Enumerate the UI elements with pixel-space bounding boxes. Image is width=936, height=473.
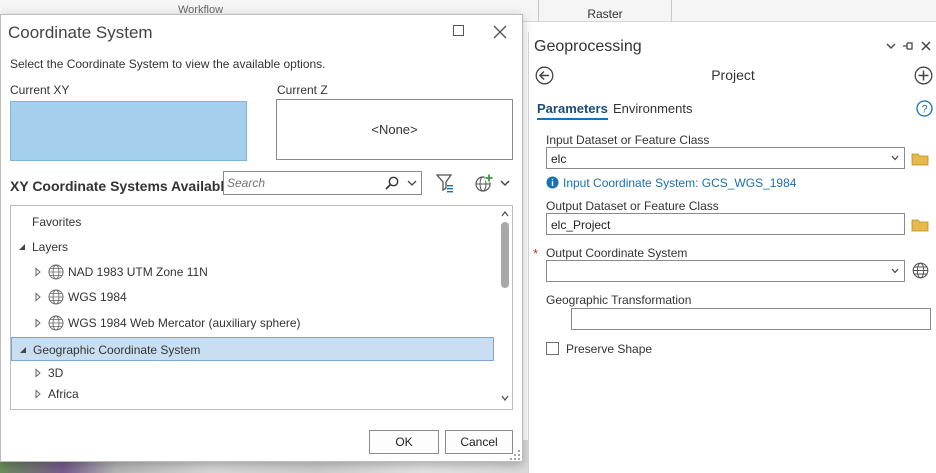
tab-parameters[interactable]: Parameters: [537, 101, 608, 120]
geo-transform-label: Geographic Transformation: [546, 293, 692, 307]
resize-grip-icon[interactable]: [509, 449, 521, 461]
tree-row-label: WGS 1984: [68, 290, 127, 304]
ok-button[interactable]: OK: [369, 430, 439, 454]
tree-row-label: Africa: [48, 387, 79, 401]
pane-title: Geoprocessing: [534, 38, 642, 55]
chevron-down-icon[interactable]: [405, 175, 419, 191]
tool-name: Project: [711, 67, 755, 83]
tree-row-label: Geographic Coordinate System: [33, 343, 201, 357]
help-icon[interactable]: ?: [916, 100, 933, 117]
input-dataset-field[interactable]: [551, 151, 871, 166]
geo-transform-field[interactable]: [571, 308, 931, 330]
tree-row[interactable]: Africa: [11, 382, 494, 406]
output-cs-combo[interactable]: [546, 260, 905, 282]
tree-scrollbar[interactable]: [498, 206, 512, 409]
output-cs-field[interactable]: [551, 264, 871, 279]
preserve-shape-checkbox[interactable]: [546, 342, 559, 355]
available-systems-title: XY Coordinate Systems Available: [10, 178, 233, 194]
tree-row[interactable]: NAD 1983 UTM Zone 11N: [11, 260, 494, 284]
tree-row[interactable]: Layers: [11, 235, 494, 259]
coordinate-system-tree[interactable]: Favorites Layers NAD 1983 UTM Zone 11N WGS …: [10, 205, 513, 410]
current-z-label: Current Z: [277, 83, 328, 97]
filter-icon[interactable]: [436, 173, 454, 193]
scroll-thumb[interactable]: [501, 222, 509, 288]
folder-icon[interactable]: [911, 217, 929, 232]
tree-row-label: NAD 1983 UTM Zone 11N: [68, 265, 208, 279]
collapsed-triangle-icon[interactable]: [33, 292, 43, 302]
preserve-shape-label[interactable]: Preserve Shape: [566, 342, 652, 356]
app-window: Workflow Raster Coordinate System Select…: [0, 0, 936, 473]
ribbon-tab-raster[interactable]: Raster: [538, 0, 672, 22]
dialog-title: Coordinate System: [8, 23, 153, 42]
chevron-down-icon[interactable]: [499, 177, 511, 189]
maximize-icon: [452, 25, 464, 36]
tree-row[interactable]: WGS 1984: [11, 285, 494, 309]
current-xy-label: Current XY: [10, 83, 70, 97]
search-box[interactable]: [223, 171, 422, 195]
search-input[interactable]: [227, 175, 377, 191]
tree-row[interactable]: Geographic Coordinate System: [11, 337, 494, 361]
tree-row[interactable]: WGS 1984 Web Mercator (auxiliary sphere): [11, 311, 494, 335]
close-icon: [493, 25, 507, 39]
chevron-down-icon[interactable]: [890, 266, 900, 276]
add-circle-icon[interactable]: [914, 66, 933, 85]
globe-icon[interactable]: [912, 262, 929, 279]
collapsed-triangle-icon[interactable]: [33, 368, 43, 378]
expanded-triangle-icon[interactable]: [17, 242, 27, 252]
output-dataset-field[interactable]: [551, 217, 871, 232]
input-dataset-label: Input Dataset or Feature Class: [546, 133, 710, 147]
coordinate-system-dialog: Coordinate System Select the Coordinate …: [0, 14, 523, 462]
chevron-down-icon[interactable]: [890, 153, 900, 163]
geoprocessing-pane: Geoprocessing Project Parameters Environ…: [528, 32, 936, 473]
folder-icon[interactable]: [911, 151, 929, 166]
chevron-down-icon[interactable]: [885, 40, 897, 52]
globe-icon: [48, 264, 64, 280]
output-cs-label: Output Coordinate System: [546, 246, 688, 260]
add-globe-icon[interactable]: [474, 173, 494, 193]
required-marker: *: [533, 246, 539, 261]
tab-environments[interactable]: Environments: [613, 101, 692, 116]
current-xy-box[interactable]: [10, 101, 247, 161]
cancel-button[interactable]: Cancel: [445, 430, 513, 454]
input-coordinate-info-text[interactable]: Input Coordinate System: GCS_WGS_1984: [563, 176, 796, 190]
current-z-box[interactable]: <None>: [276, 99, 513, 160]
dialog-instructions: Select the Coordinate System to view the…: [10, 57, 326, 71]
output-dataset-box[interactable]: [546, 213, 905, 235]
globe-icon: [48, 315, 64, 331]
globe-icon: [48, 289, 64, 305]
expanded-triangle-icon[interactable]: [18, 345, 28, 355]
close-button[interactable]: [491, 23, 509, 41]
collapsed-triangle-icon[interactable]: [33, 389, 43, 399]
tree-row-label: Favorites: [32, 215, 82, 229]
tree-row-label: Layers: [32, 240, 69, 254]
collapsed-triangle-icon[interactable]: [33, 267, 43, 277]
pin-icon[interactable]: [902, 40, 914, 52]
info-icon: [546, 176, 559, 189]
output-dataset-label: Output Dataset or Feature Class: [546, 199, 719, 213]
scroll-down-icon[interactable]: [500, 393, 510, 403]
svg-text:?: ?: [921, 104, 927, 116]
close-icon[interactable]: [920, 40, 932, 52]
tree-row-label: WGS 1984 Web Mercator (auxiliary sphere): [68, 316, 301, 330]
input-coordinate-info: Input Coordinate System: GCS_WGS_1984: [546, 176, 796, 190]
collapsed-triangle-icon[interactable]: [33, 318, 43, 328]
maximize-button[interactable]: [449, 23, 467, 41]
tree-row[interactable]: Favorites: [11, 210, 494, 234]
input-dataset-combo[interactable]: [546, 147, 905, 169]
scroll-up-icon[interactable]: [500, 209, 510, 219]
search-icon[interactable]: [384, 175, 400, 191]
